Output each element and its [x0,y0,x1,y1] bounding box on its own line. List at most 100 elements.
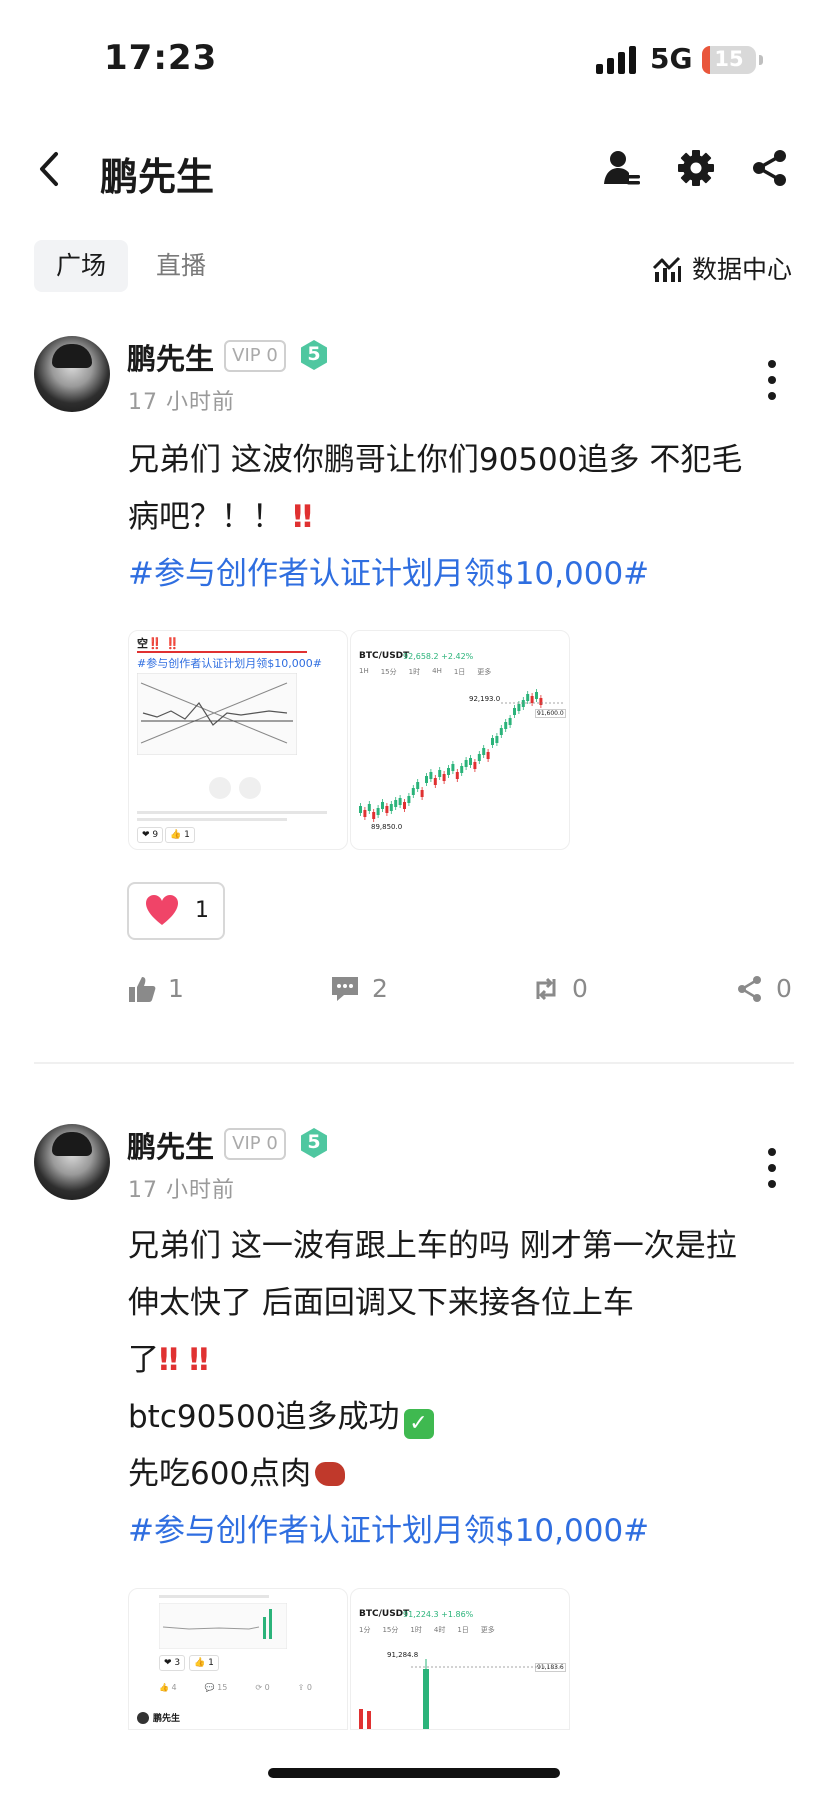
post-text-line: 兄弟们 这一波有跟上车的吗 刚才第一次是拉 [128,1228,737,1264]
repost-button[interactable]: 0 [532,974,588,1003]
vip-badge: VIP 0 [224,1128,286,1160]
thumb-hashtag: #参与创作者认证计划月领$10,000# [137,657,322,670]
user-settings-icon[interactable] [602,148,642,188]
text-line [137,811,327,814]
post-body: 兄弟们 这一波有跟上车的吗 刚才第一次是拉 伸太快了 后面回调又下来接各位上车 … [128,1218,798,1560]
post-text-line: 伸太快了 后面回调又下来接各位上车 [128,1285,634,1321]
more-options-icon[interactable] [766,1148,778,1196]
meat-icon [315,1462,346,1486]
post-image-screenshot[interactable]: ❤ 3 👍 1 👍 4 💬 15 ⟳ 0 ⇪ 0 鹏先生 [128,1588,348,1730]
status-time: 17:23 [104,38,218,78]
reaction-count: 1 [195,898,209,923]
gear-icon[interactable] [676,148,716,188]
comment-icon [332,976,358,1001]
thumb-pair: BTC/USDT [359,1609,410,1619]
thumb-chart [159,1603,287,1649]
thumbs-up-icon [129,976,156,1002]
post-image-screenshot[interactable]: 空‼️ ‼️ #参与创作者认证计划月领$10,000# ❤ 9 👍 1 [128,630,348,850]
thumb-like: ❤ 9 [137,827,164,843]
level-number: 5 [307,343,321,365]
avatar[interactable] [34,336,110,412]
back-chevron-icon[interactable] [36,150,62,188]
underline [137,651,307,653]
thumb-like: ❤ 3 [159,1655,186,1671]
battery-icon: 15 [702,46,756,74]
post-time: 17 小时前 [128,1178,235,1203]
vip-badge: VIP 0 [224,340,286,372]
post-text-line: 兄弟们 这波你鹏哥让你们90500追多 不犯毛 [128,442,743,478]
post-image-chart[interactable]: BTC/USDT 92,658.2 +2.42% 1H 15分 1时 4H 1日 更多 9… [350,630,570,850]
hashtag-link[interactable]: #参与创作者认证计划月领$10,000# [128,546,798,603]
candlestick-chart [359,1659,561,1729]
level-badge: 5 [298,1127,330,1159]
check-mark-icon: ✓ [403,1409,434,1439]
heart-icon [146,895,178,925]
thumb-pair: BTC/USDT [359,651,410,661]
like-button[interactable]: 1 [128,974,184,1003]
cellular-signal-icon [596,46,636,74]
battery-level: 15 [714,47,744,71]
price-label: 91,600.0 [535,709,566,718]
interval-tab: 15分 [380,668,397,676]
share-post-button[interactable]: 0 [736,974,792,1003]
link-icon [239,777,261,799]
text-line [137,818,287,821]
thumb-chart [137,673,297,755]
more-options-icon[interactable] [766,360,778,408]
post-image-chart[interactable]: BTC/USDT 91,224.3 +1.86% 1分 15分 1时 4时 1日 更多 9… [350,1588,570,1730]
post-body: 兄弟们 这波你鹏哥让你们90500追多 不犯毛 病吧？！！ ‼ #参与创作者认证… [128,432,798,603]
home-indicator[interactable] [268,1768,560,1778]
interval-tab: 1日 [453,668,466,676]
network-type: 5G [650,42,693,75]
thumb-header: 空‼️ ‼️ [137,637,180,650]
comment-count: 2 [372,974,388,1003]
interval-tab: 1日 [457,1626,469,1634]
author-name[interactable]: 鹏先生 [127,336,214,378]
thumb-thumbs: 👍 1 [189,1655,219,1671]
interval-tabs: 1H 15分 1时 4H 1日 更多 [359,667,491,677]
author-name[interactable]: 鹏先生 [127,1124,214,1166]
like-count: 1 [168,974,184,1003]
text-line [159,1595,269,1598]
interval-tab: 4H [432,667,442,675]
low-label: 89,850.0 [371,823,403,831]
share-icon[interactable] [750,148,790,188]
double-exclamation-icon: ‼ [292,499,313,535]
thumb-price: 91,224.3 +1.86% [403,1610,474,1619]
share-icon [738,975,761,1002]
interval-tabs: 1分 15分 1时 4时 1日 更多 [359,1625,495,1635]
interval-tab: 更多 [480,1626,495,1634]
comment-button[interactable]: 2 [330,974,388,1003]
candlestick-chart [359,689,563,822]
double-exclamation-icon: ‼ ‼ [159,1342,209,1378]
post-time: 17 小时前 [128,390,235,415]
interval-tab: 1H [359,667,369,675]
thumb-actions: 👍 4 💬 15 ⟳ 0 ⇪ 0 [159,1683,312,1692]
post-text-line: 先吃600点肉 [128,1456,312,1492]
data-center-button[interactable]: 数据中心 [652,250,792,286]
reaction-heart-button[interactable]: 1 [127,882,225,940]
interval-tab: 15分 [382,1626,399,1634]
interval-tab: 1分 [359,1626,371,1634]
send-icon [209,777,231,799]
repost-icon [536,977,556,1000]
level-number: 5 [307,1131,321,1153]
tab-square[interactable]: 广场 [34,240,129,292]
thumb-author: 鹏先生 [137,1711,180,1724]
battery-tip [759,55,763,65]
repost-count: 0 [572,974,588,1003]
interval-tab: 更多 [477,668,492,676]
level-badge: 5 [298,339,330,371]
status-bar: 17:23 5G 15 [0,0,828,110]
post-text-line: btc90500追多成功 [128,1399,400,1435]
page-title: 鹏先生 [100,155,215,199]
post-divider [34,1062,794,1064]
interval-tab: 4时 [433,1626,446,1634]
share-count: 0 [776,974,792,1003]
hashtag-link[interactable]: #参与创作者认证计划月领$10,000# [128,1503,798,1560]
post-text-line: 病吧？！！ [128,499,283,535]
tab-live[interactable]: 直播 [134,240,228,292]
thumb-price: 92,658.2 +2.42% [403,652,474,661]
post-text-line: 了 [128,1342,159,1378]
avatar[interactable] [34,1124,110,1200]
